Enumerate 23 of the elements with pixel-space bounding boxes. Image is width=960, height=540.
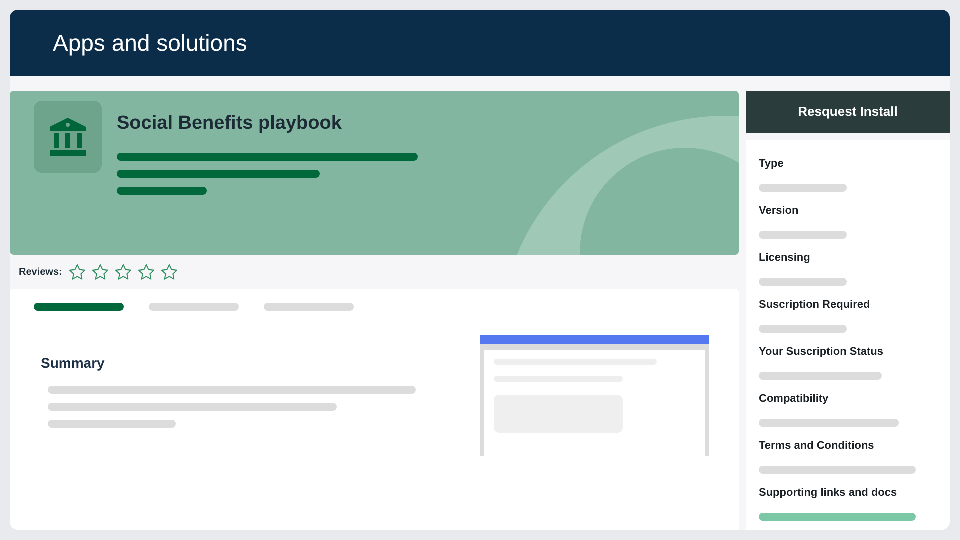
detail-label: Suscription Required	[759, 298, 872, 313]
star-icon	[137, 262, 156, 282]
app-title: Social Benefits playbook	[117, 112, 343, 136]
detail-label: Compatibility	[759, 392, 830, 407]
star-icon	[91, 262, 110, 282]
tab[interactable]	[264, 303, 354, 311]
tab[interactable]	[149, 303, 239, 311]
detail-label: Terms and Conditions	[759, 439, 876, 454]
link-placeholder[interactable]	[759, 512, 916, 520]
detail-label: Type	[759, 157, 785, 172]
star-icon	[68, 262, 88, 282]
star-icon	[114, 262, 134, 282]
star-icon	[160, 262, 180, 282]
page-title: Apps and solutions	[53, 28, 248, 58]
tab[interactable]	[34, 303, 124, 311]
reviews-label: Reviews:	[19, 266, 62, 280]
request-install-button[interactable]: Resquest Install	[746, 91, 950, 133]
detail-label: Supporting links and docs	[759, 486, 898, 501]
detail-label: Version	[759, 204, 800, 219]
detail-label: Your Suscription Status	[759, 345, 884, 360]
bank-icon	[48, 116, 88, 158]
detail-label: Licensing	[759, 251, 812, 266]
summary-heading: Summary	[41, 354, 106, 373]
